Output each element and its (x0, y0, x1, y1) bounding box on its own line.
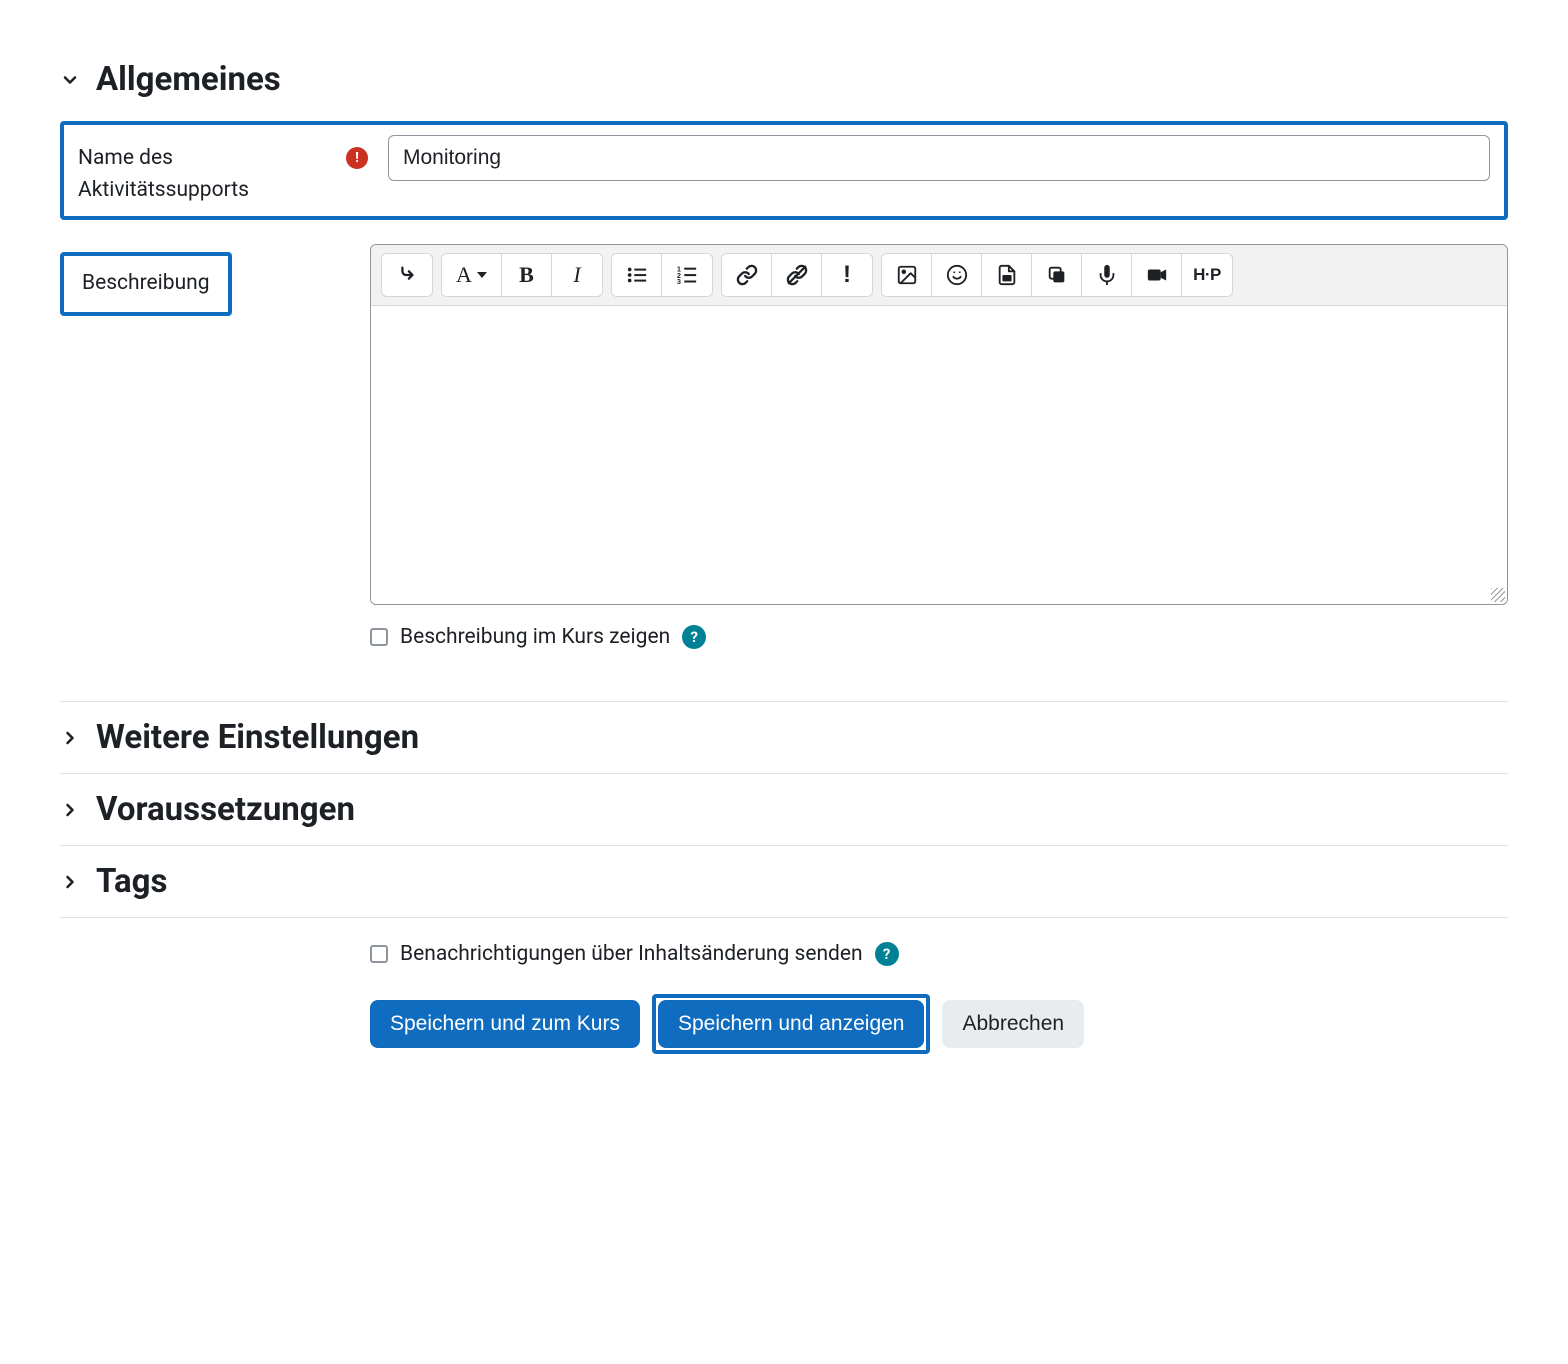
show-description-checkbox[interactable] (370, 628, 388, 646)
show-description-label: Beschreibung im Kurs zeigen (400, 625, 670, 649)
emoji-icon (946, 264, 968, 286)
italic-button[interactable]: I (552, 254, 602, 296)
expand-toolbar-button[interactable] (382, 254, 432, 296)
save-return-button[interactable]: Speichern und zum Kurs (370, 1000, 640, 1048)
image-icon (896, 264, 918, 286)
unordered-list-button[interactable] (612, 254, 662, 296)
section-prerequisites-title: Voraussetzungen (96, 790, 355, 829)
chevron-right-icon (60, 728, 80, 748)
link-icon (736, 264, 758, 286)
notify-checkbox-row: Benachrichtigungen über Inhaltsänderung … (370, 942, 1508, 966)
name-label-col: Name des Aktivitätssupports ! (78, 135, 368, 206)
description-editor-content[interactable] (371, 306, 1507, 586)
description-field-col: A B I (370, 244, 1508, 649)
save-display-button[interactable]: Speichern und anzeigen (658, 1000, 925, 1048)
description-label-col: Beschreibung (60, 244, 350, 316)
chevron-right-icon (60, 800, 80, 820)
warning-button[interactable]: ! (822, 254, 872, 296)
text-style-button[interactable]: A (442, 254, 502, 296)
mic-icon (1096, 264, 1118, 286)
caret-down-icon (477, 272, 487, 278)
copy-button[interactable] (1032, 254, 1082, 296)
description-row: Beschreibung A (60, 244, 1508, 649)
video-icon (1146, 264, 1168, 286)
ordered-list-button[interactable]: 123 (662, 254, 712, 296)
list-ol-icon: 123 (676, 264, 698, 286)
section-further: Weitere Einstellungen (60, 702, 1508, 774)
section-general-title: Allgemeines (96, 60, 281, 99)
notify-label-col (60, 942, 350, 950)
name-label: Name des Aktivitätssupports (78, 143, 346, 206)
button-row: Speichern und zum Kurs Speichern und anz… (370, 994, 1508, 1054)
notify-row: Benachrichtigungen über Inhaltsänderung … (60, 918, 1508, 1054)
copy-icon (1046, 264, 1068, 286)
microphone-button[interactable] (1082, 254, 1132, 296)
editor-toolbar: A B I (371, 245, 1507, 306)
notify-field-col: Benachrichtigungen über Inhaltsänderung … (370, 942, 1508, 1054)
help-icon[interactable]: ? (682, 625, 706, 649)
section-further-header[interactable]: Weitere Einstellungen (60, 702, 1508, 773)
section-prerequisites: Voraussetzungen (60, 774, 1508, 846)
toolbar-group-media: H·P (881, 253, 1233, 297)
name-field-col (388, 135, 1490, 181)
video-button[interactable] (1132, 254, 1182, 296)
notify-checkbox[interactable] (370, 945, 388, 963)
description-label-box: Beschreibung (60, 252, 232, 316)
file-button[interactable] (982, 254, 1032, 296)
bold-button[interactable]: B (502, 254, 552, 296)
italic-icon: I (573, 262, 580, 288)
chevron-down-icon (60, 70, 80, 90)
editor: A B I (370, 244, 1508, 605)
toolbar-group-expand (381, 253, 433, 297)
section-prerequisites-header[interactable]: Voraussetzungen (60, 774, 1508, 845)
unlink-icon (786, 264, 808, 286)
notify-label: Benachrichtigungen über Inhaltsänderung … (400, 942, 863, 966)
image-button[interactable] (882, 254, 932, 296)
section-tags-title: Tags (96, 862, 168, 901)
file-icon (996, 264, 1018, 286)
section-further-title: Weitere Einstellungen (96, 718, 419, 757)
svg-text:3: 3 (677, 277, 681, 286)
exclamation-icon: ! (843, 261, 851, 289)
description-label: Beschreibung (82, 271, 210, 295)
section-general: Allgemeines Name des Aktivitätssupports … (60, 40, 1508, 702)
section-tags: Tags (60, 846, 1508, 918)
required-icon: ! (346, 147, 368, 169)
toolbar-group-link: ! (721, 253, 873, 297)
section-tags-header[interactable]: Tags (60, 846, 1508, 917)
text-a-icon: A (456, 262, 472, 288)
bold-icon: B (519, 262, 534, 288)
toolbar-group-list: 123 (611, 253, 713, 297)
cancel-button[interactable]: Abbrechen (942, 1000, 1084, 1048)
show-description-row: Beschreibung im Kurs zeigen ? (370, 625, 1508, 649)
section-general-body: Name des Aktivitätssupports ! Beschreibu… (60, 111, 1508, 693)
h5p-icon: H·P (1193, 265, 1221, 285)
save-display-highlight: Speichern und anzeigen (652, 994, 931, 1054)
help-icon[interactable]: ? (875, 942, 899, 966)
toolbar-group-text: A B I (441, 253, 603, 297)
name-row: Name des Aktivitätssupports ! (60, 121, 1508, 220)
h5p-button[interactable]: H·P (1182, 254, 1232, 296)
link-button[interactable] (722, 254, 772, 296)
arrow-down-right-icon (396, 264, 418, 286)
list-ul-icon (626, 264, 648, 286)
editor-resize-handle[interactable] (371, 586, 1507, 604)
chevron-right-icon (60, 872, 80, 892)
section-general-header[interactable]: Allgemeines (60, 48, 1508, 111)
emoji-button[interactable] (932, 254, 982, 296)
unlink-button[interactable] (772, 254, 822, 296)
name-input[interactable] (388, 135, 1490, 181)
